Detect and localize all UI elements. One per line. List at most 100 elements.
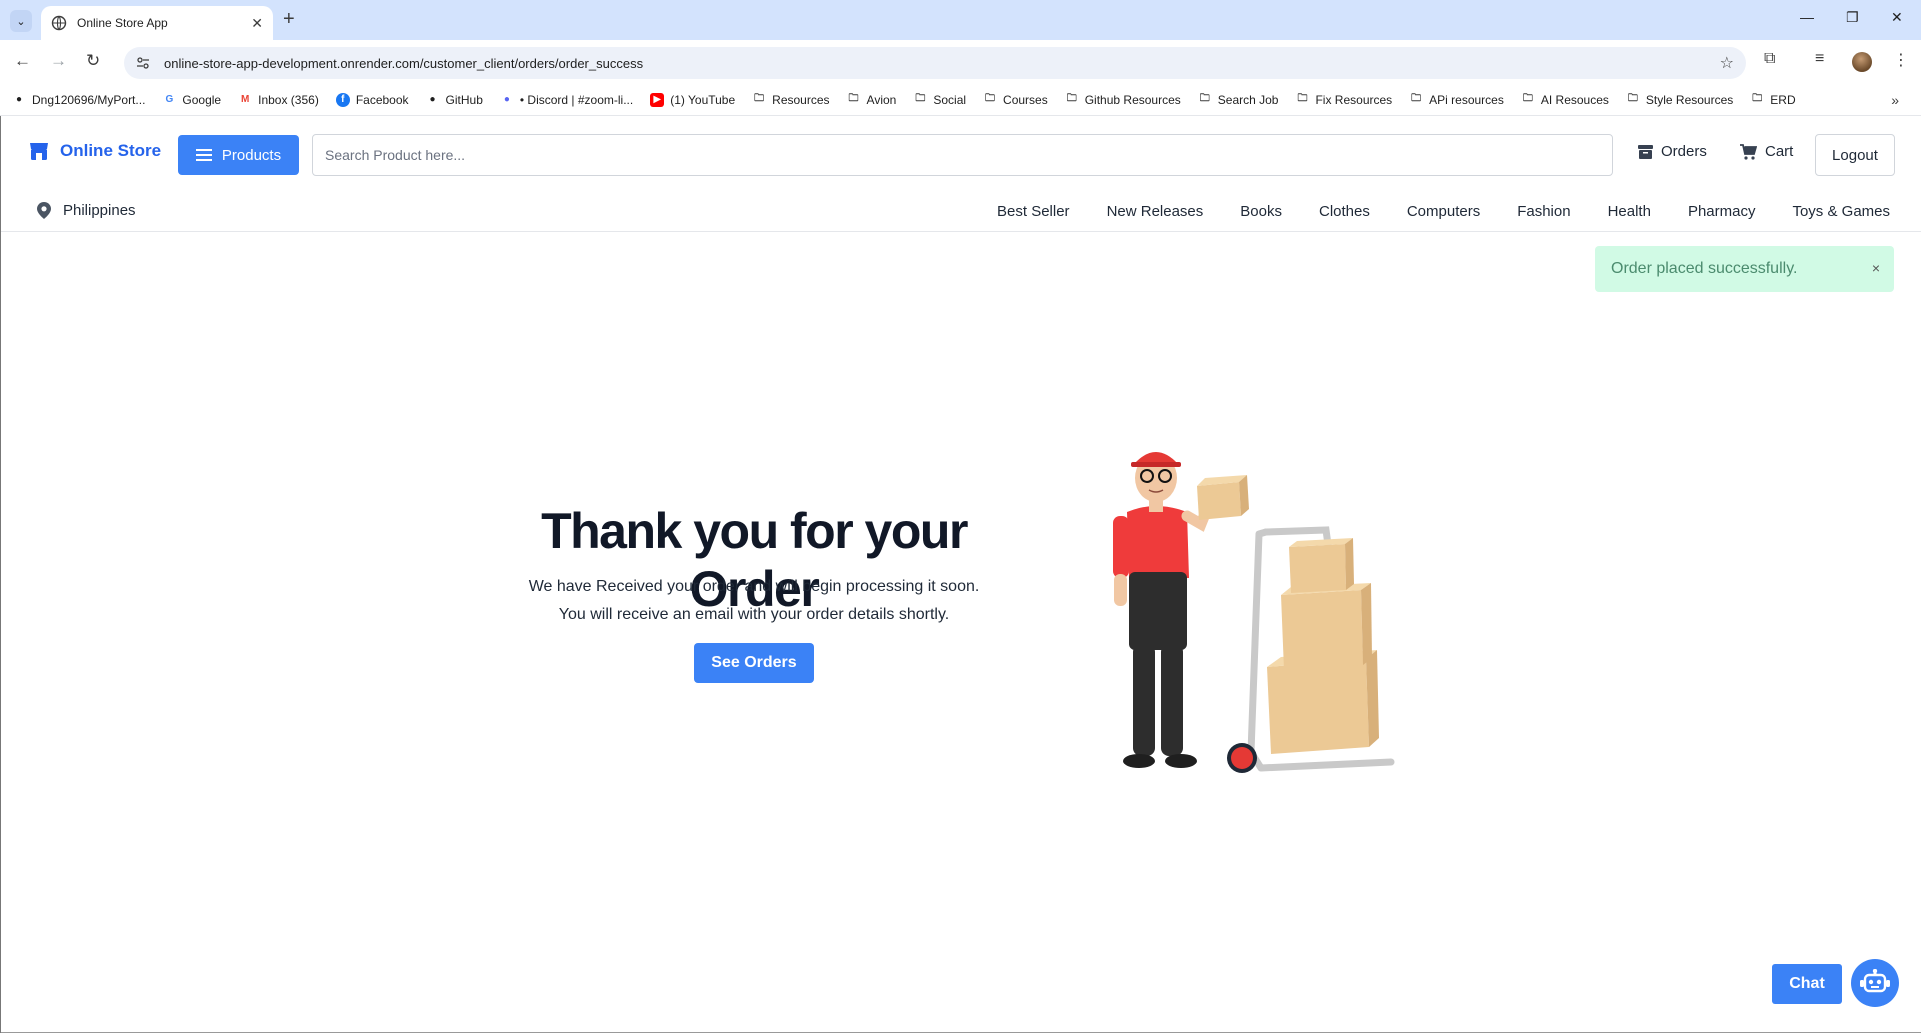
orders-link[interactable]: Orders bbox=[1638, 143, 1707, 160]
bookmark-item[interactable]: ● Dng120696/MyPort... bbox=[12, 93, 145, 107]
success-toast: Order placed successfully. × bbox=[1595, 246, 1894, 292]
close-window-icon[interactable]: ✕ bbox=[1891, 9, 1903, 26]
map-pin-icon bbox=[37, 202, 51, 219]
archive-icon bbox=[1638, 144, 1653, 159]
github-icon: ● bbox=[429, 94, 436, 105]
tab-title: Online Store App bbox=[77, 16, 168, 30]
category-link[interactable]: Books bbox=[1240, 203, 1282, 220]
profile-avatar[interactable] bbox=[1852, 52, 1872, 72]
folder-icon: 🗀 bbox=[1752, 93, 1763, 104]
location-selector[interactable]: Philippines bbox=[37, 202, 136, 219]
url-text: online-store-app-development.onrender.co… bbox=[164, 55, 644, 71]
folder-icon: 🗀 bbox=[848, 93, 859, 104]
chatbot-button[interactable] bbox=[1851, 959, 1899, 1007]
address-bar[interactable]: online-store-app-development.onrender.co… bbox=[124, 47, 1746, 79]
bookmark-item[interactable]: 🗀 Fix Resources bbox=[1295, 93, 1392, 107]
bookmark-item[interactable]: 🗀 Search Job bbox=[1198, 93, 1279, 107]
chat-button[interactable]: Chat bbox=[1772, 964, 1842, 1004]
bookmark-label: AI Resouces bbox=[1540, 92, 1609, 107]
category-link[interactable]: Health bbox=[1608, 203, 1651, 220]
extensions-icon[interactable]: ⧉ bbox=[1764, 50, 1775, 68]
bookmark-star-icon[interactable]: ☆ bbox=[1720, 53, 1734, 73]
bookmark-label: Search Job bbox=[1217, 92, 1279, 107]
cart-link[interactable]: Cart bbox=[1740, 143, 1793, 160]
media-control-icon[interactable]: ≡ bbox=[1815, 50, 1824, 68]
category-link[interactable]: Clothes bbox=[1319, 203, 1370, 220]
youtube-icon: ▶ bbox=[650, 92, 665, 107]
bookmark-item[interactable]: 🗀 ERD bbox=[1750, 93, 1795, 107]
bookmark-label: GitHub bbox=[445, 92, 483, 107]
brand-name: Online Store bbox=[60, 141, 162, 160]
bookmark-item[interactable]: 🗀 Avion bbox=[847, 93, 897, 107]
category-nav: Philippines Best Seller New Releases Books… bbox=[1, 190, 1921, 232]
hero-line-2: You will receive an email with your orde… bbox=[558, 606, 950, 623]
category-links: Best Seller New Releases Books Clothes Compu… bbox=[960, 203, 1890, 220]
globe-icon bbox=[51, 15, 67, 31]
bookmark-label: Inbox (356) bbox=[258, 92, 319, 107]
browser-tabstrip: ⌄ Online Store App ✕ + — ❐ ✕ bbox=[0, 0, 1921, 40]
bookmark-item[interactable]: ● • Discord | #zoom-li... bbox=[500, 93, 633, 107]
google-icon: G bbox=[165, 94, 174, 105]
search-input[interactable] bbox=[312, 134, 1613, 176]
folder-icon: 🗀 bbox=[754, 93, 765, 104]
bookmark-item[interactable]: G Google bbox=[162, 93, 222, 107]
bookmark-item[interactable]: M Inbox (356) bbox=[238, 93, 319, 107]
reload-icon[interactable]: ↻ bbox=[86, 51, 100, 71]
site-info-icon[interactable] bbox=[136, 56, 150, 70]
bookmark-item[interactable]: 🗀 AI Resouces bbox=[1521, 93, 1609, 107]
bookmark-label: ERD bbox=[1770, 92, 1796, 107]
folder-icon: 🗀 bbox=[915, 93, 926, 104]
bookmarks-bar: ● Dng120696/MyPort... G Google M Inbox (356) f… bbox=[0, 84, 1921, 116]
restore-icon[interactable]: ❐ bbox=[1846, 9, 1859, 26]
tab-search-button[interactable]: ⌄ bbox=[10, 10, 32, 32]
store-icon bbox=[30, 143, 48, 160]
bookmark-item[interactable]: 🗀 Github Resources bbox=[1065, 93, 1181, 107]
menu-kebab-icon[interactable]: ⋮ bbox=[1893, 50, 1909, 70]
robot-icon bbox=[1860, 969, 1890, 993]
close-tab-icon[interactable]: ✕ bbox=[251, 15, 263, 32]
new-tab-icon[interactable]: + bbox=[283, 8, 295, 31]
browser-toolbar: ← → ↻ online-store-app-development.onren… bbox=[0, 40, 1921, 84]
category-link[interactable]: Toys & Games bbox=[1792, 203, 1890, 220]
category-link[interactable]: New Releases bbox=[1107, 203, 1204, 220]
brand-logo[interactable]: Online Store bbox=[28, 140, 161, 162]
bookmark-label: Dng120696/MyPort... bbox=[32, 92, 146, 107]
forward-icon[interactable]: → bbox=[50, 51, 67, 71]
category-link[interactable]: Best Seller bbox=[997, 203, 1070, 220]
folder-icon: 🗀 bbox=[1199, 93, 1210, 104]
bookmark-item[interactable]: ● GitHub bbox=[426, 92, 483, 107]
bookmark-item[interactable]: 🗀 Resources bbox=[752, 93, 829, 107]
folder-icon: 🗀 bbox=[1297, 93, 1308, 104]
bookmark-item[interactable]: f Facebook bbox=[335, 92, 409, 107]
location-label: Philippines bbox=[63, 202, 136, 219]
bookmark-item[interactable]: ▶ (1) YouTube bbox=[650, 92, 736, 107]
delivery-person-illustration bbox=[1113, 452, 1395, 773]
category-link[interactable]: Fashion bbox=[1517, 203, 1570, 220]
minimize-icon[interactable]: — bbox=[1800, 9, 1814, 25]
bookmark-label: Avion bbox=[866, 92, 897, 107]
folder-icon: 🗀 bbox=[1522, 93, 1533, 104]
back-icon[interactable]: ← bbox=[14, 51, 31, 71]
products-button[interactable]: Products bbox=[178, 135, 299, 175]
bookmark-item[interactable]: 🗀 Courses bbox=[983, 93, 1048, 107]
products-label: Products bbox=[221, 146, 282, 164]
bookmark-label: Social bbox=[933, 92, 967, 107]
orders-label: Orders bbox=[1661, 143, 1707, 160]
browser-tab[interactable]: Online Store App ✕ bbox=[41, 6, 273, 40]
bookmark-item[interactable]: 🗀 APi resources bbox=[1409, 93, 1504, 107]
bookmark-label: Facebook bbox=[355, 92, 409, 107]
bookmarks-overflow-icon[interactable]: » bbox=[1891, 92, 1899, 108]
close-toast-icon[interactable]: × bbox=[1872, 260, 1880, 276]
category-link[interactable]: Computers bbox=[1407, 203, 1480, 220]
logout-button[interactable]: Logout bbox=[1815, 134, 1895, 176]
bookmark-item[interactable]: 🗀 Style Resources bbox=[1626, 93, 1733, 107]
menu-icon bbox=[195, 149, 212, 161]
github-icon: ● bbox=[15, 94, 23, 105]
bookmark-label: Fix Resources bbox=[1315, 92, 1393, 107]
cart-label: Cart bbox=[1765, 143, 1794, 160]
bookmark-label: Style Resources bbox=[1645, 92, 1734, 107]
bookmark-item[interactable]: 🗀 Social bbox=[913, 93, 966, 107]
bookmark-label: (1) YouTube bbox=[670, 92, 736, 107]
category-link[interactable]: Pharmacy bbox=[1688, 203, 1756, 220]
see-orders-button[interactable]: See Orders bbox=[694, 643, 814, 683]
